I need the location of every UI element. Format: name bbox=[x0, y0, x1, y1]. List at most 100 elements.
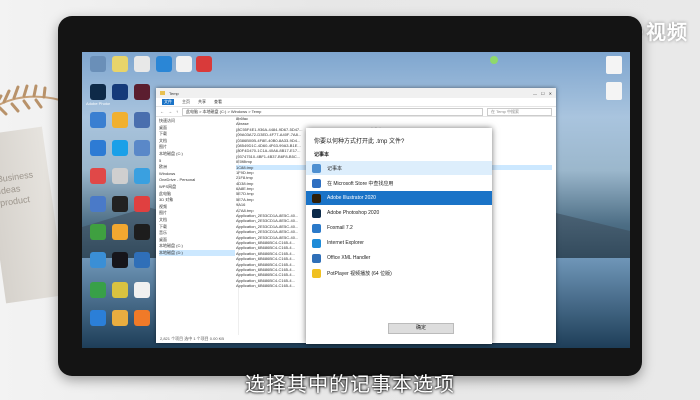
desktop-app-icon[interactable] bbox=[112, 282, 128, 298]
desktop-app-icon[interactable] bbox=[112, 140, 128, 156]
open-with-dialog: 你要以何种方式打开此 .tmp 文件? 记事本 记事本在 Microsoft S… bbox=[306, 128, 492, 344]
app-icon bbox=[312, 268, 321, 278]
desktop-app-icon[interactable] bbox=[134, 56, 150, 72]
desktop-app-icon[interactable]: Adobe Photoshop bbox=[86, 84, 110, 106]
nav-item[interactable]: 桌面 bbox=[159, 125, 235, 132]
desktop-app-icon[interactable] bbox=[134, 168, 150, 184]
app-icon bbox=[312, 163, 321, 173]
desktop-app-icon[interactable] bbox=[90, 168, 106, 184]
app-option[interactable]: 在 Microsoft Store 中查找应用 bbox=[306, 176, 492, 190]
desktop-app-icon[interactable] bbox=[112, 168, 128, 184]
desktop-app-icon[interactable] bbox=[176, 56, 192, 72]
desktop-app-icon[interactable] bbox=[90, 282, 106, 298]
nav-item[interactable]: 欧洲 bbox=[159, 164, 235, 171]
nav-item[interactable]: 文档 bbox=[159, 138, 235, 145]
nav-item[interactable]: 下载 bbox=[159, 224, 235, 231]
ok-button[interactable]: 确定 bbox=[388, 323, 454, 334]
app-name: 记事本 bbox=[327, 165, 343, 172]
desktop-app-icon[interactable] bbox=[112, 84, 128, 100]
app-icon bbox=[312, 178, 321, 188]
desktop-app-icon[interactable] bbox=[90, 224, 106, 240]
nav-item[interactable]: 本地磁盘 (D:) bbox=[159, 249, 235, 257]
nav-item[interactable]: 桌面 bbox=[159, 237, 235, 244]
desktop-app-icon[interactable] bbox=[90, 310, 106, 326]
ribbon-tab-home[interactable]: 主页 bbox=[182, 99, 190, 105]
nav-item[interactable]: 本地磁盘 (C:) bbox=[159, 151, 235, 158]
desktop-file-icon[interactable] bbox=[606, 82, 622, 100]
nav-item[interactable]: 文档 bbox=[159, 217, 235, 224]
desktop-app-icon[interactable] bbox=[134, 282, 150, 298]
desktop-app-icon[interactable] bbox=[90, 56, 106, 72]
file-name: Application_6B686BC4-C165-4... bbox=[236, 283, 295, 289]
desktop-app-icon[interactable] bbox=[112, 252, 128, 268]
nav-item[interactable]: 图片 bbox=[159, 144, 235, 151]
desktop-app-icon[interactable] bbox=[134, 84, 150, 100]
app-list: 记事本在 Microsoft Store 中查找应用 Adobe Illustra… bbox=[306, 161, 492, 280]
app-name: Adobe Illustrator 2020 bbox=[327, 195, 376, 201]
desktop-app-icon[interactable] bbox=[134, 196, 150, 212]
desktop-app-icon[interactable] bbox=[134, 310, 150, 326]
nav-item[interactable]: 图片 bbox=[159, 210, 235, 217]
desktop-app-icon[interactable] bbox=[90, 252, 106, 268]
explorer-ribbon: 文件 主页 共享 查看 bbox=[156, 98, 556, 107]
nav-item[interactable]: Windows bbox=[159, 171, 235, 178]
app-icon bbox=[312, 238, 321, 248]
recycle-bin-icon[interactable] bbox=[606, 56, 622, 74]
app-icon bbox=[312, 208, 321, 218]
app-icon bbox=[312, 193, 321, 203]
dialog-title: 你要以何种方式打开此 .tmp 文件? bbox=[314, 139, 405, 145]
desktop-app-icon[interactable] bbox=[134, 224, 150, 240]
nav-item[interactable]: OneDrive - Personal bbox=[159, 177, 235, 184]
desktop-app-icon[interactable] bbox=[112, 196, 128, 212]
app-option[interactable]: Internet Explorer bbox=[306, 236, 492, 250]
desktop-app-icon[interactable] bbox=[134, 140, 150, 156]
back-arrow-icon[interactable]: ← bbox=[160, 109, 164, 114]
nav-item[interactable]: 5 bbox=[159, 158, 235, 165]
desktop-app-icon[interactable] bbox=[90, 112, 106, 128]
nav-item[interactable]: 此电脑 bbox=[159, 191, 235, 198]
desktop-app-icon[interactable] bbox=[134, 112, 150, 128]
desktop-app-icon[interactable] bbox=[112, 56, 128, 72]
search-input[interactable]: 在 Temp 中搜索 bbox=[487, 107, 552, 116]
app-name: PotPlayer 视频播放 (64 位版) bbox=[327, 270, 392, 277]
minimize-icon[interactable]: — bbox=[533, 91, 537, 96]
desktop-app-icon[interactable] bbox=[90, 140, 106, 156]
desktop-app-icon[interactable] bbox=[156, 56, 172, 72]
app-name: Internet Explorer bbox=[327, 240, 364, 246]
close-icon[interactable]: ✕ bbox=[549, 91, 552, 96]
app-icon bbox=[312, 223, 321, 233]
nav-item[interactable]: 本地磁盘 (C:) bbox=[159, 243, 235, 250]
nav-item[interactable]: WPS网盘 bbox=[159, 184, 235, 191]
app-option[interactable]: Office XML Handler bbox=[306, 251, 492, 265]
nav-item[interactable]: 下载 bbox=[159, 131, 235, 138]
forward-arrow-icon[interactable]: → bbox=[168, 109, 172, 114]
desktop-app-icon[interactable] bbox=[112, 224, 128, 240]
app-option[interactable]: Foxmail 7.2 bbox=[306, 221, 492, 235]
app-name: Adobe Photoshop 2020 bbox=[327, 210, 380, 216]
desktop-app-icon[interactable] bbox=[90, 196, 106, 212]
ribbon-tab-share[interactable]: 共享 bbox=[198, 99, 206, 105]
folder-icon bbox=[160, 91, 165, 95]
app-option[interactable]: Adobe Photoshop 2020 bbox=[306, 206, 492, 220]
address-bar[interactable]: 此电脑 > 本地磁盘 (C:) > Windows > Temp bbox=[182, 107, 483, 116]
app-option[interactable]: Adobe Illustrator 2020 bbox=[306, 191, 492, 205]
nav-item[interactable]: 快速访问 bbox=[159, 118, 235, 125]
app-option[interactable]: 记事本 bbox=[306, 161, 492, 175]
desktop-app-icon[interactable] bbox=[134, 252, 150, 268]
desktop-app-icon[interactable] bbox=[196, 56, 212, 72]
desktop-app-icon[interactable] bbox=[112, 310, 128, 326]
up-arrow-icon[interactable]: ↑ bbox=[176, 109, 178, 114]
nav-item[interactable]: 3D 对象 bbox=[159, 197, 235, 204]
app-icon bbox=[312, 253, 321, 263]
explorer-title: Temp bbox=[169, 90, 179, 96]
nav-item[interactable]: 音乐 bbox=[159, 230, 235, 237]
app-option[interactable]: PotPlayer 视频播放 (64 位版) bbox=[306, 266, 492, 280]
nav-item[interactable]: 视频 bbox=[159, 204, 235, 211]
desktop-screen: Adobe Photoshop Temp — ☐ ✕ 文件 主页 共享 查看 ←… bbox=[82, 52, 630, 348]
ribbon-tab-view[interactable]: 查看 bbox=[214, 99, 222, 105]
app-name: Foxmail 7.2 bbox=[327, 225, 353, 231]
app-name: Office XML Handler bbox=[327, 255, 371, 261]
ribbon-tab-file[interactable]: 文件 bbox=[162, 99, 174, 105]
maximize-icon[interactable]: ☐ bbox=[541, 91, 545, 96]
desktop-app-icon[interactable] bbox=[112, 112, 128, 128]
